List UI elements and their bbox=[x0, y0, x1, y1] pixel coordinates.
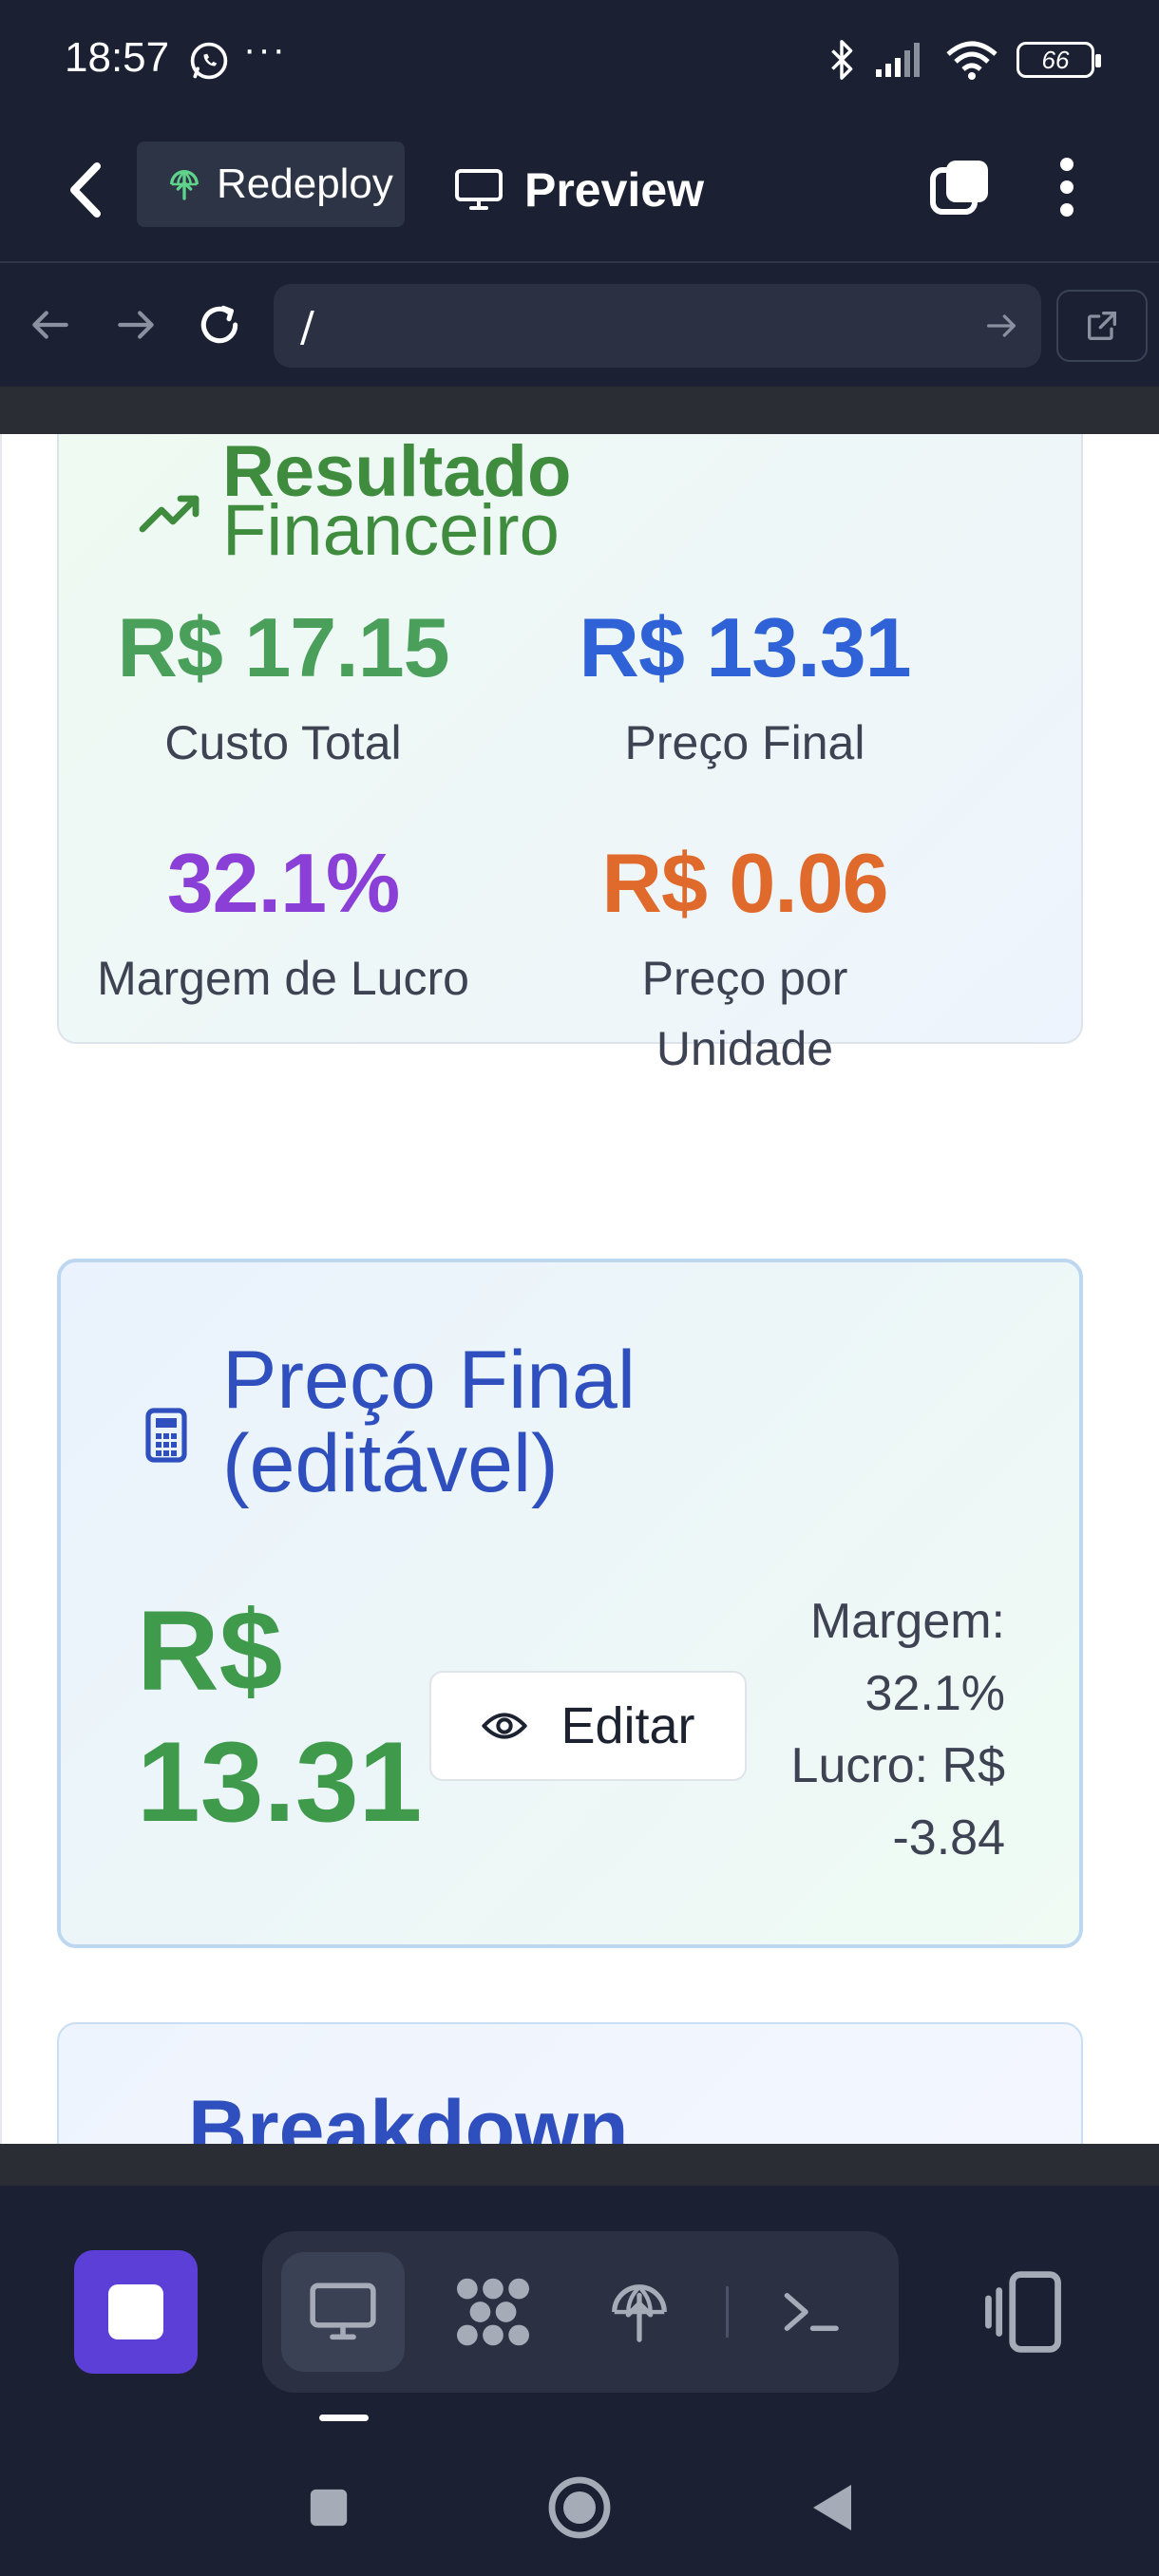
tab-integrations[interactable] bbox=[431, 2252, 555, 2372]
stop-icon bbox=[108, 2284, 163, 2339]
web-preview[interactable]: Resultado Financeiro R$ 17.15 Custo Tota… bbox=[0, 434, 1159, 2144]
profit-value: -3.84 bbox=[892, 1810, 1005, 1866]
editable-price-card: Preço Final (editável) R$ 13.31 Editar M… bbox=[57, 1259, 1083, 1948]
preview-title: Preview bbox=[454, 157, 704, 223]
page-bottom-strip bbox=[0, 2144, 1159, 2186]
more-vertical-icon[interactable] bbox=[1053, 153, 1081, 221]
page-top-strip bbox=[0, 387, 1159, 434]
project-label: Redeploy bbox=[217, 161, 393, 207]
arrow-right-icon[interactable] bbox=[982, 307, 1020, 345]
tab-deploy[interactable] bbox=[578, 2252, 701, 2372]
bluetooth-icon bbox=[831, 40, 853, 80]
signal-icon bbox=[876, 43, 920, 77]
metric-label: Preço por Unidade bbox=[517, 943, 973, 1084]
tabs-icon[interactable] bbox=[927, 155, 994, 221]
battery-indicator: 66 bbox=[1016, 42, 1101, 78]
browser-nav-bar: / bbox=[0, 263, 1159, 387]
metric-value: R$ 13.31 bbox=[579, 600, 911, 694]
edit-button-label: Editar bbox=[560, 1697, 695, 1754]
financial-result-card: Resultado Financeiro R$ 17.15 Custo Tota… bbox=[55, 434, 1083, 1075]
globe-upload-icon bbox=[170, 170, 199, 200]
arrow-left-icon[interactable] bbox=[27, 301, 74, 349]
margin-value: 32.1% bbox=[864, 1666, 1005, 1721]
toolbar-separator bbox=[726, 2286, 729, 2338]
card-title: Financeiro bbox=[222, 490, 560, 571]
price-amount: 13.31 bbox=[137, 1718, 423, 1846]
card-title: Preço Final (editável) bbox=[222, 1338, 887, 1506]
calculator-icon bbox=[145, 1408, 187, 1463]
bottom-toolbar bbox=[0, 2186, 1159, 2471]
home-indicator bbox=[319, 2415, 369, 2421]
metric-unit-price: R$ 0.06 Preço por Unidade bbox=[517, 835, 973, 1084]
whatsapp-icon bbox=[190, 42, 228, 80]
devices-icon[interactable] bbox=[982, 2269, 1064, 2355]
arrow-left-icon[interactable] bbox=[59, 157, 116, 223]
metric-value: 32.1% bbox=[166, 836, 401, 930]
metric-total-cost: R$ 17.15 Custo Total bbox=[55, 599, 511, 778]
preview-label: Preview bbox=[524, 163, 705, 217]
profit-label: Lucro: R$ bbox=[790, 1738, 1005, 1793]
view-switcher bbox=[262, 2231, 899, 2393]
square-icon bbox=[310, 2489, 348, 2527]
margin-profit-info: Margem: 32.1% Lucro: R$ -3.84 bbox=[701, 1585, 1005, 1874]
url-input[interactable]: / bbox=[274, 284, 1041, 368]
terminal-icon bbox=[784, 2293, 839, 2331]
stop-button[interactable] bbox=[74, 2250, 198, 2374]
metric-final-price: R$ 13.31 Preço Final bbox=[517, 599, 973, 778]
trending-up-icon bbox=[139, 495, 200, 533]
tab-preview[interactable] bbox=[281, 2252, 405, 2372]
home-circle-icon bbox=[548, 2476, 611, 2539]
app-bar: Redeploy Preview bbox=[0, 119, 1159, 261]
metric-label: Preço Final bbox=[624, 716, 865, 769]
monitor-icon bbox=[310, 2282, 376, 2340]
metric-label-line: Unidade bbox=[656, 1022, 834, 1075]
system-navigation bbox=[0, 2432, 1159, 2576]
external-link-icon bbox=[1088, 312, 1116, 340]
battery-level: 66 bbox=[1041, 45, 1070, 74]
margin-label: Margem: bbox=[809, 1594, 1005, 1649]
project-chip[interactable]: Redeploy bbox=[137, 142, 405, 227]
globe-upload-icon bbox=[612, 2284, 667, 2342]
nodes-icon bbox=[457, 2278, 529, 2346]
monitor-icon bbox=[455, 169, 503, 210]
status-more-indicator: ··· bbox=[243, 28, 287, 70]
price-currency: R$ bbox=[137, 1587, 283, 1714]
tab-terminal[interactable] bbox=[749, 2252, 872, 2372]
url-text: / bbox=[300, 303, 314, 351]
arrow-right-icon[interactable] bbox=[112, 301, 160, 349]
metric-label: Custo Total bbox=[164, 716, 402, 769]
edit-price-button[interactable]: Editar bbox=[429, 1671, 747, 1781]
open-external-button[interactable] bbox=[1056, 290, 1148, 362]
wifi-icon bbox=[946, 41, 998, 80]
metric-label: Margem de Lucro bbox=[97, 952, 469, 1005]
card-title-line: (editável) bbox=[222, 1418, 559, 1509]
metric-value: R$ 0.06 bbox=[601, 836, 888, 930]
final-price-value: R$ 13.31 bbox=[137, 1585, 422, 1847]
triangle-back-icon bbox=[813, 2485, 851, 2530]
reload-icon[interactable] bbox=[196, 301, 243, 349]
recents-button[interactable] bbox=[291, 2470, 367, 2546]
back-button[interactable] bbox=[794, 2470, 870, 2546]
metric-value: R$ 17.15 bbox=[117, 600, 449, 694]
status-time: 18:57 bbox=[65, 34, 170, 81]
card-title-line: Preço Final bbox=[222, 1335, 636, 1426]
metric-label-line: Preço por bbox=[641, 952, 848, 1005]
eye-icon bbox=[482, 1713, 528, 1739]
card-title: Breakdown bbox=[188, 2084, 629, 2144]
breakdown-card: Breakdown bbox=[57, 2022, 1083, 2144]
viewport-edge bbox=[0, 434, 2, 2144]
metric-profit-margin: 32.1% Margem de Lucro bbox=[55, 835, 511, 1013]
status-indicators: 66 bbox=[828, 36, 1101, 84]
home-button[interactable] bbox=[542, 2470, 618, 2546]
status-bar: 18:57 ··· 66 bbox=[0, 0, 1159, 119]
